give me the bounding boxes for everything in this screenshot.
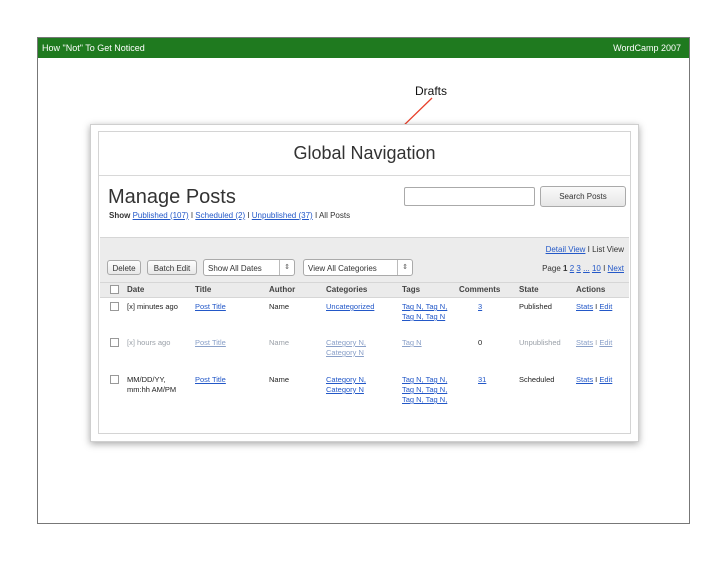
row-tags-link[interactable]: Tag N, Tag N, bbox=[402, 375, 447, 384]
filter-all-posts[interactable]: All Posts bbox=[319, 211, 350, 220]
row-date: [x] minutes ago bbox=[127, 302, 178, 311]
table-header: Date Title Author Categories Tags Commen… bbox=[100, 282, 629, 298]
column-title[interactable]: Title bbox=[195, 285, 211, 294]
row-comments-link[interactable]: 31 bbox=[478, 375, 486, 384]
screenshot-window: Global Navigation Manage Posts Show Publ… bbox=[90, 124, 639, 442]
row-checkbox[interactable] bbox=[110, 375, 119, 384]
row-date: [x] hours ago bbox=[127, 338, 171, 347]
row-stats-link[interactable]: Stats bbox=[576, 302, 593, 311]
filter-unpublished[interactable]: Unpublished (37) bbox=[252, 211, 313, 220]
row-comments-link[interactable]: 3 bbox=[478, 302, 482, 311]
page-label: Page bbox=[542, 264, 561, 273]
select-arrows-icon: ⇕ bbox=[279, 260, 294, 275]
column-tags[interactable]: Tags bbox=[402, 285, 420, 294]
column-comments[interactable]: Comments bbox=[459, 285, 500, 294]
row-checkbox[interactable] bbox=[110, 338, 119, 347]
page-link[interactable]: 10 bbox=[592, 264, 601, 273]
row-state: Published bbox=[519, 302, 552, 311]
row-category-link[interactable]: Category N bbox=[326, 385, 364, 394]
row-state: Unpublished bbox=[519, 338, 561, 347]
row-comments: 0 bbox=[478, 338, 483, 347]
search-input[interactable] bbox=[404, 187, 535, 206]
dates-select[interactable]: Show All Dates ⇕ bbox=[203, 259, 295, 276]
page-link[interactable]: 2 bbox=[570, 264, 574, 273]
row-edit-link[interactable]: Edit bbox=[599, 338, 612, 347]
current-page: 1 bbox=[563, 264, 568, 273]
row-category-link[interactable]: Category N, bbox=[326, 338, 366, 347]
pagination: Page 1 2 3 ... 10 I Next bbox=[542, 264, 624, 273]
row-edit-link[interactable]: Edit bbox=[599, 302, 612, 311]
row-author: Name bbox=[269, 302, 290, 311]
row-tags-link[interactable]: Tag N, Tag N, bbox=[402, 385, 447, 394]
row-stats-link[interactable]: Stats bbox=[576, 375, 593, 384]
posts-toolbar: Detail View I List View Delete Batch Edi… bbox=[100, 237, 629, 282]
page-title: Manage Posts bbox=[108, 186, 236, 208]
column-state[interactable]: State bbox=[519, 285, 539, 294]
row-stats-link[interactable]: Stats bbox=[576, 338, 593, 347]
row-title-link[interactable]: Post Title bbox=[195, 338, 226, 347]
column-author[interactable]: Author bbox=[269, 285, 295, 294]
dates-select-value: Show All Dates bbox=[208, 264, 262, 273]
row-date-time: mm:hh AM/PM bbox=[127, 385, 177, 394]
row-category-link[interactable]: Uncategorized bbox=[326, 302, 374, 311]
row-title-link[interactable]: Post Title bbox=[195, 302, 226, 311]
slide-event-label: WordCamp 2007 bbox=[613, 43, 681, 53]
categories-select[interactable]: View All Categories ⇕ bbox=[303, 259, 413, 276]
row-title-link[interactable]: Post Title bbox=[195, 375, 226, 384]
row-state: Scheduled bbox=[519, 375, 555, 384]
row-author: Name bbox=[269, 338, 290, 347]
page-ellipsis: ... bbox=[583, 264, 590, 273]
row-author: Name bbox=[269, 375, 290, 384]
row-category-link[interactable]: Category N, bbox=[326, 375, 366, 384]
table-row: [x] minutes ago Post Title Name Uncatego… bbox=[100, 299, 629, 333]
post-filters: Show Published (107) I Scheduled (2) I U… bbox=[109, 211, 351, 220]
row-edit-link[interactable]: Edit bbox=[599, 375, 612, 384]
detail-view-link[interactable]: Detail View bbox=[546, 245, 586, 254]
categories-select-value: View All Categories bbox=[308, 264, 377, 273]
row-checkbox[interactable] bbox=[110, 302, 119, 311]
page-link[interactable]: 3 bbox=[576, 264, 580, 273]
batch-edit-button[interactable]: Batch Edit bbox=[147, 260, 197, 275]
select-all-checkbox[interactable] bbox=[110, 285, 119, 294]
global-navigation[interactable]: Global Navigation bbox=[99, 132, 630, 176]
column-actions: Actions bbox=[576, 285, 606, 294]
search-posts-button[interactable]: Search Posts bbox=[540, 186, 626, 207]
select-arrows-icon: ⇕ bbox=[397, 260, 412, 275]
drafts-annotation: Drafts bbox=[415, 84, 448, 98]
row-date: MM/DD/YY, bbox=[127, 375, 166, 384]
list-view-label[interactable]: List View bbox=[592, 245, 624, 254]
slide-title: How "Not" To Get Noticed bbox=[42, 43, 145, 53]
delete-button[interactable]: Delete bbox=[107, 260, 141, 275]
column-categories[interactable]: Categories bbox=[326, 285, 367, 294]
admin-panel: Global Navigation Manage Posts Show Publ… bbox=[98, 131, 631, 434]
table-row: MM/DD/YY, mm:hh AM/PM Post Title Name Ca… bbox=[100, 372, 629, 416]
column-date[interactable]: Date bbox=[127, 285, 144, 294]
show-label: Show bbox=[109, 211, 131, 220]
next-page-link[interactable]: Next bbox=[608, 264, 624, 273]
filter-scheduled[interactable]: Scheduled (2) bbox=[195, 211, 245, 220]
row-tags-link[interactable]: Tag N, Tag N bbox=[402, 312, 445, 321]
row-category-link[interactable]: Category N bbox=[326, 348, 364, 357]
filter-published[interactable]: Published (107) bbox=[133, 211, 189, 220]
table-row: [x] hours ago Post Title Name Category N… bbox=[100, 335, 629, 367]
row-tags-link[interactable]: Tag N, Tag N, bbox=[402, 302, 447, 311]
view-switcher: Detail View I List View bbox=[545, 245, 624, 254]
row-tags-link[interactable]: Tag N, Tag N, bbox=[402, 395, 447, 404]
slide-header: How "Not" To Get Noticed WordCamp 2007 bbox=[38, 38, 689, 58]
row-tags-link[interactable]: Tag N bbox=[402, 338, 422, 347]
